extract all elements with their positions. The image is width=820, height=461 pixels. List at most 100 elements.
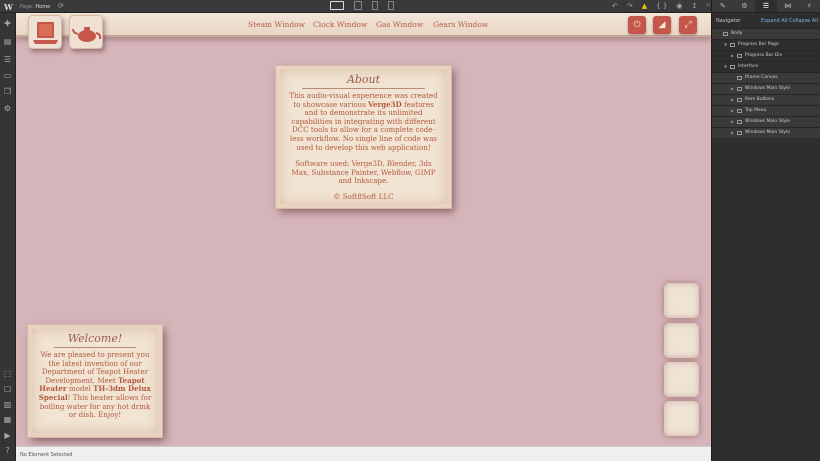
tree-item[interactable]: Body <box>712 28 820 39</box>
tree-item[interactable]: ▶ Progress Bar Div <box>712 50 820 61</box>
tree-item[interactable]: ▶ Windows Main Style <box>712 127 820 138</box>
welcome-title: Welcome! <box>67 332 123 345</box>
tree-item[interactable]: ▶ Item Buttons <box>712 94 820 105</box>
welcome-card: Welcome! We are pleased to present you t… <box>27 324 163 438</box>
select-icon[interactable]: ⬚ <box>3 369 12 378</box>
assets-icon[interactable]: ❐ <box>3 87 12 96</box>
expand-all-button[interactable]: Expand All <box>761 18 788 24</box>
menu-gears-window[interactable]: Gears Window <box>433 20 488 29</box>
tree-item[interactable]: ▶ Windows Main Style <box>712 116 820 127</box>
side-button-2[interactable] <box>664 323 699 358</box>
element-box-icon <box>730 65 735 69</box>
about-divider <box>302 88 425 89</box>
audit-icon[interactable]: ▥ <box>3 400 12 409</box>
refresh-icon[interactable]: ⟳ <box>58 2 64 10</box>
box-select-icon[interactable]: ▢ <box>3 384 12 393</box>
tree-item[interactable]: ▼ Progress Bar Page <box>712 39 820 50</box>
element-box-icon <box>737 109 742 113</box>
preview-icon[interactable]: ◉ <box>676 2 682 10</box>
breakpoint-switcher <box>330 1 394 10</box>
element-box-icon <box>723 32 728 36</box>
navigator-tab-icon[interactable]: ☰ <box>755 0 777 12</box>
design-canvas[interactable]: Steam Window Clock Window Gas Window Gea… <box>16 13 711 446</box>
power-button-icon[interactable]: ⏻ <box>628 16 646 34</box>
tree-arrow-icon[interactable]: ▼ <box>724 40 727 50</box>
settings-tab-gear-icon[interactable]: ⚙ <box>734 0 756 12</box>
tree-arrow-icon[interactable]: ▶ <box>731 128 734 138</box>
tree-item[interactable]: ▶ Top Menu <box>712 105 820 116</box>
tree-item-label: Item Buttons <box>745 97 775 102</box>
tree-arrow-icon[interactable]: ▶ <box>731 106 734 116</box>
publish-icon[interactable]: ↥ <box>691 2 697 10</box>
sound-button-icon[interactable]: ◢ <box>653 16 671 34</box>
about-intro: This audio-visual experience was created… <box>280 91 447 152</box>
tree-item[interactable]: ▼ Interface <box>712 61 820 72</box>
tree-item-label: Progress Bar Page <box>738 42 779 47</box>
status-bar: No Element Selected <box>16 446 711 461</box>
side-button-3[interactable] <box>664 362 699 397</box>
fullscreen-button-icon[interactable]: ⤢ <box>679 16 697 34</box>
tree-item-label: Interface <box>738 64 759 69</box>
tree-arrow-icon[interactable]: ▼ <box>724 62 727 72</box>
interactions-tab-icon[interactable]: ⋈ <box>777 0 799 12</box>
collapse-all-button[interactable]: Collapse All <box>789 18 818 24</box>
tree-item[interactable]: ▶ Windows Main Style <box>712 83 820 94</box>
ecommerce-icon[interactable]: ▭ <box>3 71 12 80</box>
settings-icon[interactable]: ⚙ <box>3 104 12 113</box>
navigator-title: Navigator <box>716 18 741 24</box>
warning-icon[interactable]: ▲ <box>642 2 647 10</box>
pages-icon[interactable]: ▤ <box>3 37 12 46</box>
tree-arrow-icon[interactable]: ▶ <box>731 95 734 105</box>
help-icon[interactable]: ? <box>3 446 12 455</box>
navigator-header: Navigator Expand All Collapse All <box>712 13 820 28</box>
code-icon[interactable]: { } <box>656 2 667 10</box>
element-box-icon <box>737 54 742 58</box>
webflow-logo[interactable]: W <box>4 2 13 12</box>
phone-landscape-icon[interactable] <box>372 1 378 10</box>
tree-item-label: Progress Bar Div <box>745 53 783 58</box>
tree-arrow-icon[interactable]: ▶ <box>731 84 734 94</box>
style-tab-brush-icon[interactable]: ✎ <box>712 0 734 12</box>
tree-item[interactable]: Iframe Canvas <box>712 72 820 83</box>
navigator-tree: Body ▼ Progress Bar Page ▶ Progress Bar Div ▼… <box>712 28 820 138</box>
element-box-icon <box>737 98 742 102</box>
teapot-tile[interactable] <box>69 15 103 49</box>
menu-steam-window[interactable]: Steam Window <box>248 20 305 29</box>
tree-item-label: Iframe Canvas <box>745 75 778 80</box>
menu-gas-window[interactable]: Gas Window <box>376 20 423 29</box>
desktop-breakpoint-icon[interactable] <box>330 1 344 10</box>
lightning-tab-icon[interactable]: ⚡ <box>798 0 820 12</box>
redo-icon[interactable]: ↷ <box>627 2 633 10</box>
panel-tabs: ✎ ⚙ ☰ ⋈ ⚡ <box>712 0 820 13</box>
side-button-1[interactable] <box>664 283 699 318</box>
phone-portrait-icon[interactable] <box>388 1 394 10</box>
tree-arrow-icon[interactable]: ▶ <box>731 117 734 127</box>
element-box-icon <box>737 120 742 124</box>
add-icon[interactable]: ✚ <box>3 19 12 28</box>
element-box-icon <box>737 76 742 80</box>
laptop-icon <box>33 22 58 44</box>
tablet-breakpoint-icon[interactable] <box>354 1 362 10</box>
welcome-divider <box>54 347 136 348</box>
video-icon[interactable]: ▶ <box>3 431 12 440</box>
navigator-icon[interactable]: ▦ <box>3 415 12 424</box>
about-card: About This audio-visual experience was c… <box>275 65 452 209</box>
menu-clock-window[interactable]: Clock Window <box>313 20 367 29</box>
side-button-4[interactable] <box>664 401 699 436</box>
about-intro-b: features and to demonstrate its unlimite… <box>289 99 438 152</box>
about-title: About <box>346 73 381 86</box>
laptop-tile[interactable] <box>28 15 62 49</box>
tree-item-label: Windows Main Style <box>745 86 790 91</box>
tree-item-label: Top Menu <box>745 108 767 113</box>
topbar-actions: ↶ ↷ ▲ { } ◉ ↥ Publish <box>612 2 724 10</box>
right-panel: ✎ ⚙ ☰ ⋈ ⚡ Navigator Expand All Collapse … <box>711 0 820 461</box>
tree-item-label: Body <box>731 31 743 36</box>
about-software: Software used: Verge3D, Blender, 3ds Max… <box>291 159 436 186</box>
site-top-menu: Steam Window Clock Window Gas Window Gea… <box>16 13 711 37</box>
page-selector[interactable]: Page: Home <box>20 4 50 10</box>
tree-arrow-icon[interactable]: ▶ <box>731 51 734 61</box>
undo-icon[interactable]: ↶ <box>612 2 618 10</box>
page-name: Home <box>35 4 51 10</box>
tree-item-label: Windows Main Style <box>745 119 790 124</box>
cms-icon[interactable]: ☰ <box>3 55 12 64</box>
